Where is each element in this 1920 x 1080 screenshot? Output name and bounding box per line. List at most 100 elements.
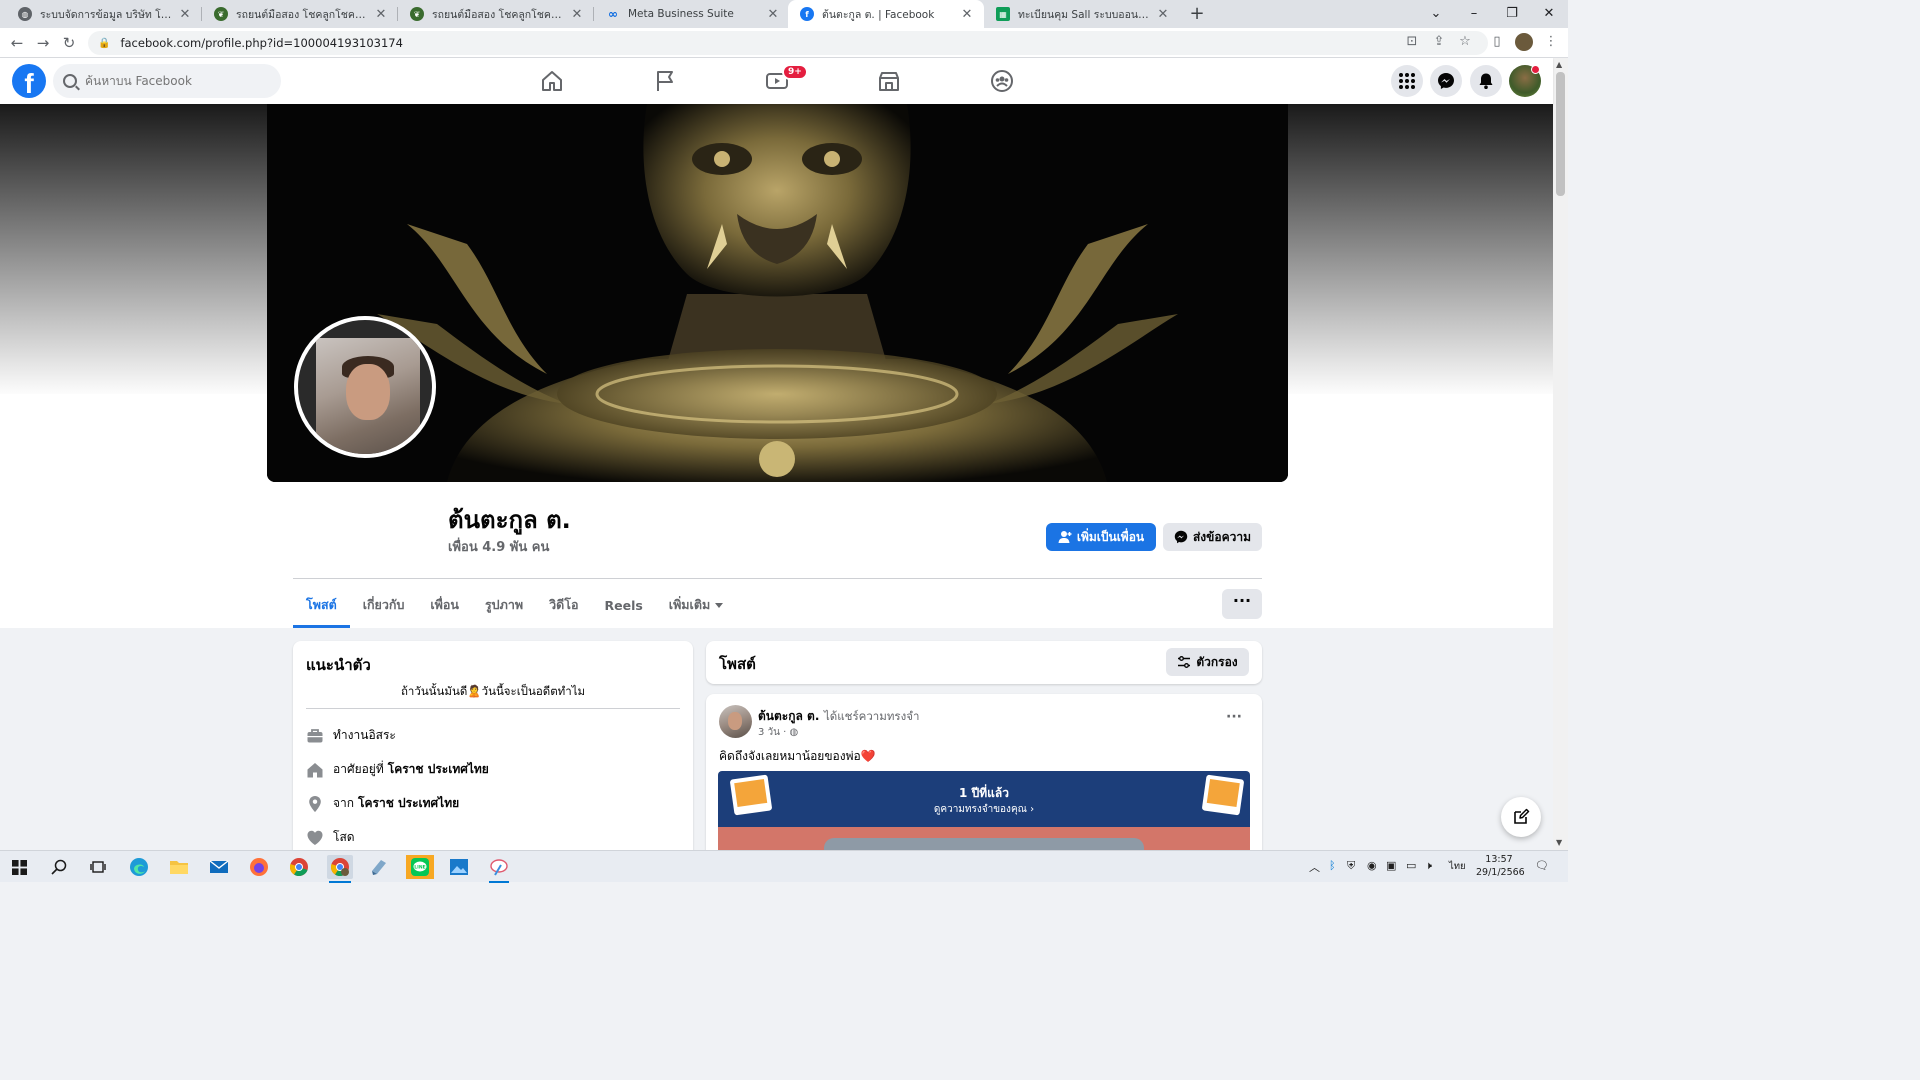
tab-reels[interactable]: Reels: [591, 582, 655, 628]
profile-tabs: โพสต์ เกี่ยวกับ เพื่อน รูปภาพ วิดีโอ Ree…: [293, 582, 736, 628]
menu-button[interactable]: [1391, 65, 1423, 97]
file-explorer-icon[interactable]: [167, 855, 191, 879]
nav-watch[interactable]: 9+: [722, 62, 832, 100]
taskbar-search-icon[interactable]: [47, 855, 71, 879]
profile-picture[interactable]: [294, 316, 436, 458]
intro-card: แนะนำตัว ถ้าวันนั้นมันดี🙎วันนี้จะเป็นอดี…: [293, 641, 693, 861]
bookmark-star-icon[interactable]: ☆: [1456, 33, 1474, 51]
messenger-icon: [1438, 73, 1454, 89]
restore-icon[interactable]: ❐: [1493, 0, 1531, 28]
browser-tab[interactable]: ❦ รถยนต์มือสอง โชคลูกโชค อุดรธานี ✕: [202, 0, 398, 28]
memory-title: 1 ปีที่แล้ว: [959, 786, 1009, 800]
nav-pages[interactable]: [610, 62, 720, 100]
close-window-icon[interactable]: ✕: [1530, 0, 1568, 28]
edge-icon[interactable]: [127, 855, 151, 879]
search-input[interactable]: [85, 74, 265, 88]
firefox-icon[interactable]: [247, 855, 271, 879]
scroll-up-icon[interactable]: ▲: [1556, 60, 1562, 69]
task-view-icon[interactable]: [86, 855, 110, 879]
security-shield-icon[interactable]: ⛨: [1347, 859, 1355, 873]
tab-about[interactable]: เกี่ยวกับ: [350, 582, 418, 628]
friends-count-link[interactable]: เพื่อน 4.9 พัน คน: [448, 536, 549, 557]
post-timestamp[interactable]: 3 วัน · ◍: [758, 725, 798, 740]
new-tab-button[interactable]: +: [1186, 3, 1208, 25]
forward-icon[interactable]: →: [32, 32, 54, 54]
paint-app-icon[interactable]: [487, 855, 511, 883]
tab-search-icon[interactable]: ⌄: [1417, 0, 1455, 28]
translate-icon[interactable]: ⊡: [1403, 33, 1421, 51]
browser-tab[interactable]: ❦ รถยนต์มือสอง โชคลูกโชค อุดรธานี ✕: [398, 0, 594, 28]
lock-icon[interactable]: 🔒: [98, 38, 110, 49]
bell-icon: [1479, 73, 1493, 89]
intro-title: แนะนำตัว: [306, 656, 371, 674]
browser-tab[interactable]: ∞ Meta Business Suite ✕: [594, 0, 790, 28]
close-tab-icon[interactable]: ✕: [1156, 7, 1170, 22]
browser-tab[interactable]: ◍ ระบบจัดการข้อมูล บริษัท โชคลูกโชค อุดร…: [6, 0, 202, 28]
scrollbar-thumb[interactable]: [1556, 72, 1565, 196]
minimize-icon[interactable]: –: [1455, 0, 1493, 28]
post-options-icon[interactable]: ···: [1226, 709, 1242, 725]
new-message-button[interactable]: [1501, 797, 1541, 837]
volume-icon[interactable]: 🕨: [1425, 859, 1432, 873]
tray-app-icon[interactable]: ◉: [1367, 859, 1377, 872]
more-options-button[interactable]: ···: [1222, 589, 1262, 619]
reload-icon[interactable]: ↻: [58, 32, 80, 54]
add-friend-button[interactable]: เพิ่มเป็นเพื่อน: [1046, 523, 1156, 551]
filter-button[interactable]: ตัวกรอง: [1166, 648, 1249, 676]
close-tab-icon[interactable]: ✕: [570, 7, 584, 22]
facebook-search[interactable]: [53, 64, 281, 98]
facebook-logo[interactable]: f: [12, 64, 46, 98]
scroll-down-icon[interactable]: ▼: [1556, 838, 1562, 847]
photos-app-icon[interactable]: [447, 855, 471, 879]
tab-friends[interactable]: เพื่อน: [417, 582, 472, 628]
tray-overflow-icon[interactable]: ︿: [1309, 859, 1320, 875]
close-tab-icon[interactable]: ✕: [960, 7, 974, 22]
tab-photos[interactable]: รูปภาพ: [472, 582, 536, 628]
bluetooth-icon[interactable]: ᛒ: [1329, 859, 1336, 872]
chrome-icon[interactable]: [287, 855, 311, 879]
chrome-profile-icon[interactable]: [327, 855, 353, 883]
messenger-button[interactable]: [1430, 65, 1462, 97]
close-tab-icon[interactable]: ✕: [178, 7, 192, 22]
mail-icon[interactable]: [207, 855, 231, 879]
back-icon[interactable]: ←: [6, 32, 28, 54]
intro-from: จาก โคราช ประเทศไทย: [306, 794, 459, 813]
close-tab-icon[interactable]: ✕: [766, 7, 780, 22]
tab-more[interactable]: เพิ่มเติม: [656, 582, 736, 628]
display-icon[interactable]: ▣: [1386, 859, 1396, 872]
browser-tab-active[interactable]: f ต้นตะกูล ต. | Facebook ✕: [788, 0, 984, 28]
briefcase-icon: [307, 728, 323, 742]
send-message-button[interactable]: ส่งข้อความ: [1163, 523, 1262, 551]
posts-header-card: โพสต์ ตัวกรอง: [706, 641, 1262, 684]
post-author-link[interactable]: ต้นตะกูล ต.: [758, 707, 819, 726]
notifications-button[interactable]: [1470, 65, 1502, 97]
nav-marketplace[interactable]: [834, 62, 944, 100]
memory-banner[interactable]: 1 ปีที่แล้ว ดูความทรงจำของคุณ ›: [718, 771, 1250, 854]
posts-title: โพสต์: [719, 655, 756, 673]
nav-home[interactable]: [497, 62, 607, 100]
nav-groups[interactable]: [947, 62, 1057, 100]
from-place-link[interactable]: โคราช ประเทศไทย: [358, 794, 459, 813]
browser-tab[interactable]: ▦ ทะเบียนคุม Sall ระบบออนไลน์.xlsx - Goo…: [984, 0, 1180, 28]
url-bar[interactable]: 🔒 facebook.com/profile.php?id=1000041931…: [88, 31, 1488, 55]
tab-posts[interactable]: โพสต์: [293, 582, 350, 628]
close-tab-icon[interactable]: ✕: [374, 7, 388, 22]
line-app-icon[interactable]: LINE: [406, 855, 434, 879]
share-icon[interactable]: ⇪: [1430, 33, 1448, 51]
house-icon: [307, 762, 323, 777]
language-indicator[interactable]: ไทย: [1449, 859, 1466, 874]
meta-icon: ∞: [608, 7, 618, 21]
notification-center-icon[interactable]: 🗨: [1535, 859, 1549, 872]
memory-link[interactable]: ดูความทรงจำของคุณ ›: [718, 802, 1250, 817]
page-scrollbar[interactable]: ▲ ▼: [1553, 58, 1568, 850]
chrome-profile-avatar[interactable]: [1515, 33, 1533, 51]
windows-start-icon[interactable]: [7, 855, 31, 879]
side-panel-icon[interactable]: ▯: [1488, 33, 1506, 51]
post-author-avatar[interactable]: [719, 705, 752, 738]
tab-videos[interactable]: วิดีโอ: [536, 582, 591, 628]
notes-app-icon[interactable]: [367, 855, 391, 879]
system-clock[interactable]: 13:57 29/1/2566: [1476, 853, 1525, 879]
chrome-menu-icon[interactable]: ⋮: [1542, 33, 1560, 51]
lives-place-link[interactable]: โคราช ประเทศไทย: [388, 760, 489, 779]
network-icon[interactable]: ▭: [1406, 859, 1416, 872]
